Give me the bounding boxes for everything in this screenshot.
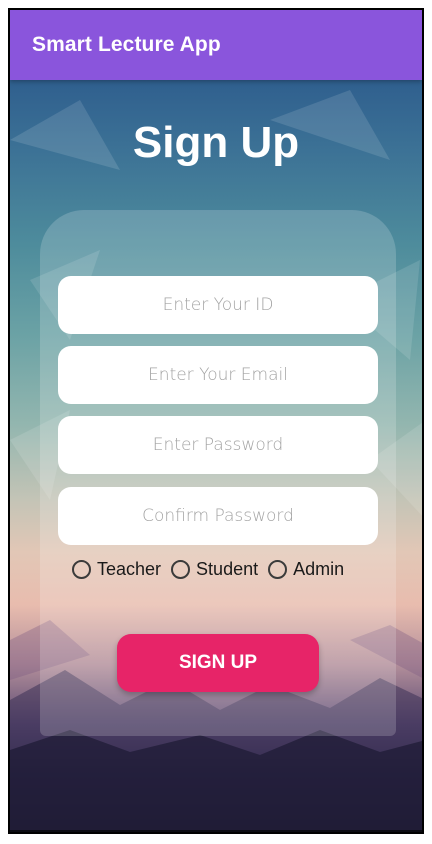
radio-button-icon[interactable]: [72, 559, 91, 579]
radio-button-icon[interactable]: [268, 559, 288, 579]
radio-teacher[interactable]: Teacher: [72, 559, 161, 580]
page-title: Sign Up: [132, 118, 300, 167]
radio-student[interactable]: Student: [171, 559, 258, 580]
bottom-bar: [10, 830, 422, 832]
radio-label: Student: [196, 558, 259, 579]
radio-admin[interactable]: Admin: [268, 559, 344, 580]
role-radio-group: Teacher Student Admin: [72, 555, 344, 583]
radio-label: Admin: [293, 558, 345, 579]
sign-up-button[interactable]: SIGN UP: [117, 634, 319, 692]
confirm-password-input[interactable]: [58, 487, 378, 545]
app-bar: Smart Lecture App: [10, 10, 422, 80]
email-input[interactable]: [58, 346, 378, 404]
radio-button-icon[interactable]: [171, 559, 191, 579]
id-input[interactable]: [58, 276, 378, 334]
password-input[interactable]: [58, 416, 378, 474]
app-title: Smart Lecture App: [32, 33, 221, 56]
radio-label: Teacher: [97, 558, 162, 579]
